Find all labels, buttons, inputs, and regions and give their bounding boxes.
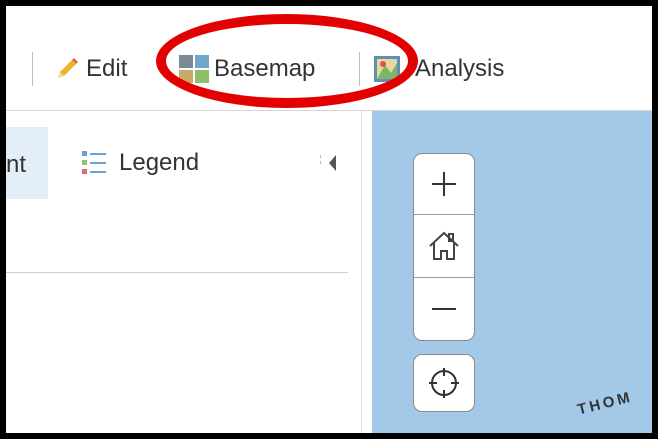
- toolbar-separator: [32, 52, 33, 86]
- zoom-controls: [413, 153, 475, 341]
- app-window: Edit Basemap Analysis nt Legend THOM: [6, 6, 652, 433]
- zoom-out-button[interactable]: [414, 278, 474, 340]
- map-view[interactable]: THOM: [372, 111, 652, 433]
- zoom-in-button[interactable]: [414, 154, 474, 214]
- locate-icon: [429, 368, 459, 398]
- basemap-button[interactable]: Basemap: [178, 52, 315, 86]
- tab-content-label: nt: [6, 151, 27, 178]
- pencil-icon: [58, 58, 78, 78]
- collapse-left-icon[interactable]: [317, 151, 341, 175]
- edit-button[interactable]: Edit: [54, 52, 127, 86]
- analysis-map-icon: [374, 56, 400, 82]
- map-place-label: THOM: [575, 388, 635, 419]
- side-panel: nt Legend: [6, 111, 371, 433]
- analysis-button[interactable]: Analysis: [373, 52, 504, 86]
- tab-legend[interactable]: Legend: [81, 149, 199, 177]
- edit-label: Edit: [86, 55, 128, 82]
- home-icon: [429, 231, 459, 260]
- basemap-label: Basemap: [214, 55, 316, 82]
- plus-icon: [432, 172, 456, 196]
- locate-button[interactable]: [413, 354, 475, 412]
- panel-border: [361, 111, 362, 433]
- analysis-label: Analysis: [415, 55, 505, 82]
- tab-legend-label: Legend: [119, 149, 200, 176]
- minus-icon: [432, 308, 456, 310]
- home-button[interactable]: [414, 215, 474, 277]
- legend-list-icon: [82, 151, 106, 174]
- tab-content[interactable]: nt: [6, 127, 48, 199]
- basemap-grid-icon: [179, 55, 209, 83]
- toolbar-separator: [359, 52, 360, 86]
- toolbar: Edit Basemap Analysis: [6, 6, 652, 111]
- panel-divider: [6, 272, 348, 273]
